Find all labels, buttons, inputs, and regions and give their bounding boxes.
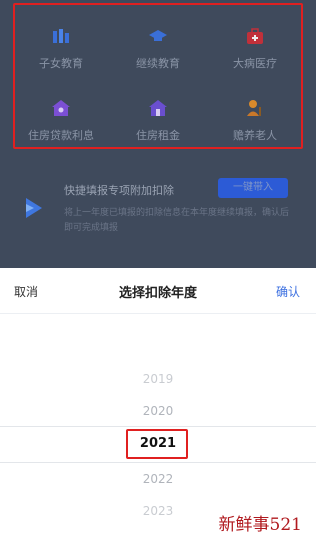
year-option[interactable]: 2020 [0,404,316,418]
year-option[interactable]: 2022 [0,472,316,486]
highlight-box [13,3,303,149]
quick-fill-title: 快捷填报专项附加扣除 [64,184,174,197]
quick-fill-icon [26,198,42,218]
quick-fill-card: 快捷填报专项附加扣除 一键带入 将上一年度已填报的扣除信息在本年度继续填报，确认… [14,170,304,240]
year-option[interactable]: 2019 [0,372,316,386]
selection-highlight-box [126,429,188,459]
quick-fill-description: 将上一年度已填报的扣除信息在本年度继续填报，确认后即可完成填报 [64,208,290,233]
picker-divider [0,462,316,463]
dimmed-background: 子女教育 继续教育 大病医疗 住房贷款利息 住房租金 赡养老人 快捷填报专项附加… [0,0,316,268]
picker-divider [0,426,316,427]
year-picker[interactable]: 2019 2020 2021 2022 2023 新鲜事521 [0,314,316,548]
one-click-import-button[interactable]: 一键带入 [218,178,288,198]
picker-title: 选择扣除年度 [118,286,197,301]
watermark: 新鲜事521 [218,515,302,535]
picker-header: 取消 选择扣除年度 确认 [0,268,316,314]
confirm-button[interactable]: 确认 [276,283,300,300]
